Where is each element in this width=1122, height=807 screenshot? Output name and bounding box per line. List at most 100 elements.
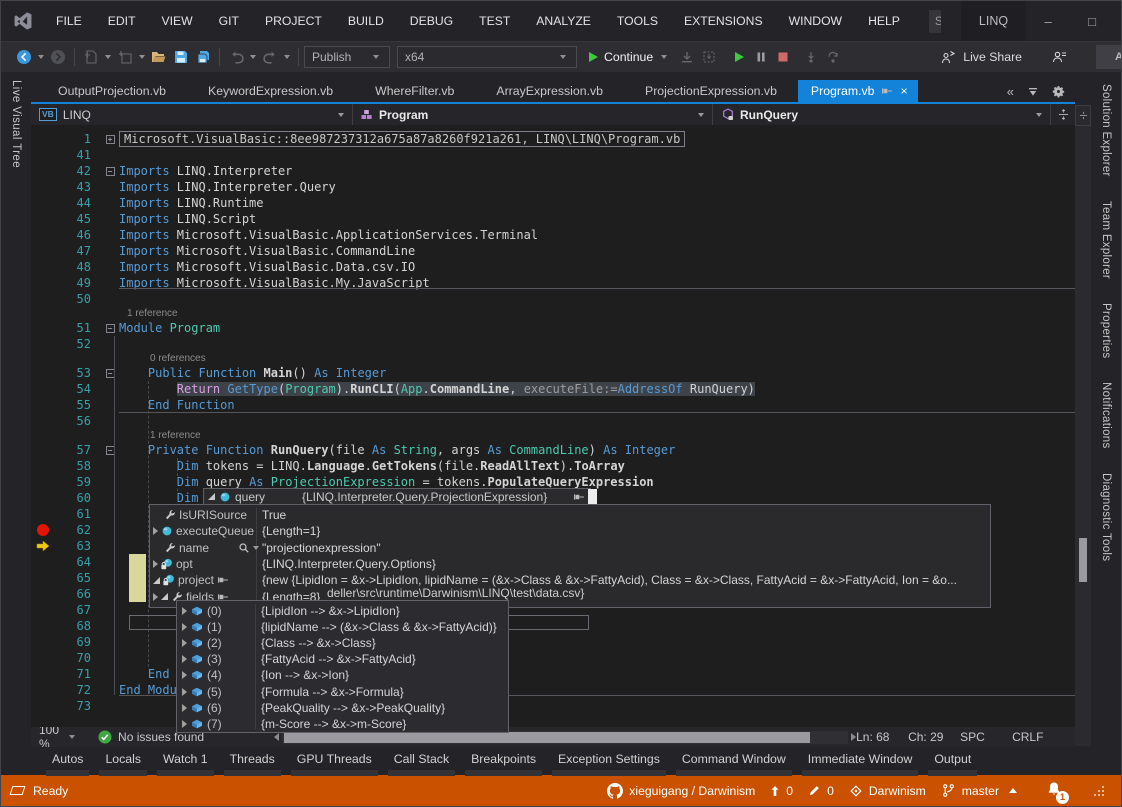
code-line[interactable]: Imports LINQ.Interpreter.Query — [119, 180, 336, 194]
glyph-margin[interactable] — [31, 413, 57, 429]
background-tasks-icon[interactable] — [10, 786, 26, 795]
glyph-margin[interactable] — [31, 698, 57, 714]
panel-tab-call-stack[interactable]: Call Stack — [383, 747, 460, 777]
code-line[interactable]: Imports LINQ.Runtime — [119, 196, 264, 210]
menu-debug[interactable]: DEBUG — [397, 1, 466, 41]
glyph-margin[interactable] — [31, 538, 57, 554]
array-item-row[interactable]: (2){Class --> &x->Class} — [177, 635, 508, 651]
glyph-margin[interactable] — [31, 381, 57, 397]
code-line[interactable]: End Function — [119, 398, 235, 412]
expander-icon[interactable] — [182, 671, 187, 679]
pin-icon[interactable] — [573, 491, 585, 503]
panel-tab-threads[interactable]: Threads — [219, 747, 286, 777]
new-file-button[interactable] — [80, 46, 102, 68]
glyph-margin[interactable] — [31, 554, 57, 570]
spaces-indicator[interactable]: SPC — [960, 730, 1012, 744]
glyph-margin[interactable] — [31, 506, 57, 522]
menu-test[interactable]: TEST — [466, 1, 523, 41]
breakpoint-indicator[interactable] — [37, 524, 49, 536]
menu-help[interactable]: HELP — [855, 1, 913, 41]
array-item-row[interactable]: (0){LipidIon --> &x->LipidIon} — [177, 603, 508, 619]
panel-tab-gpu-threads[interactable]: GPU Threads — [286, 747, 383, 777]
fold-margin[interactable]: − — [101, 167, 119, 176]
tab-list-dropdown-icon[interactable] — [1027, 86, 1039, 98]
step-into-button[interactable] — [800, 46, 822, 68]
glyph-margin[interactable] — [31, 179, 57, 195]
glyph-margin[interactable] — [31, 397, 57, 413]
line-ending-indicator[interactable]: CRLF — [1012, 730, 1064, 744]
pending-changes-button[interactable]: 0 — [808, 784, 834, 798]
sidebar-tab-notifications[interactable]: Notifications — [1100, 382, 1112, 449]
glyph-margin[interactable] — [31, 570, 57, 586]
continue-button[interactable]: Continue — [587, 50, 670, 64]
platform-dropdown[interactable]: x64 — [397, 46, 577, 68]
glyph-margin[interactable] — [31, 618, 57, 634]
code-line[interactable]: Dim query As ProjectionExpression = toke… — [119, 475, 654, 489]
fold-margin[interactable]: + — [101, 135, 119, 144]
search-box[interactable]: Search (Ctrl... — [929, 10, 941, 33]
menu-build[interactable]: BUILD — [335, 1, 397, 41]
glyph-margin[interactable] — [31, 320, 57, 336]
scrollbar-thumb[interactable] — [1079, 538, 1087, 582]
expander-icon[interactable] — [153, 560, 158, 568]
glyph-margin[interactable] — [31, 195, 57, 211]
type-dropdown[interactable]: Program — [353, 104, 713, 125]
glyph-margin[interactable] — [31, 211, 57, 227]
tab-keywordexpression-vb[interactable]: KeywordExpression.vb — [187, 80, 354, 102]
live-share-button[interactable]: Live Share — [940, 49, 1022, 65]
redo-icon[interactable] — [259, 46, 281, 68]
navigate-forward-button[interactable] — [47, 46, 69, 68]
add-item-button[interactable] — [114, 46, 136, 68]
outgoing-commits-button[interactable]: 0 — [770, 784, 793, 798]
close-button[interactable]: × — [1114, 1, 1122, 41]
hot-reload-button[interactable] — [698, 46, 720, 68]
array-item-row[interactable]: (6){PeakQuality --> &x->PeakQuality} — [177, 700, 508, 716]
vertical-scrollbar[interactable] — [1075, 126, 1091, 746]
menu-edit[interactable]: EDIT — [95, 1, 149, 41]
code-line[interactable]: Private Function RunQuery(file As String… — [119, 443, 675, 457]
sidebar-tab-properties[interactable]: Properties — [1100, 303, 1112, 358]
close-icon[interactable]: × — [900, 84, 907, 98]
glyph-margin[interactable] — [31, 634, 57, 650]
tab-arrayexpression-vb[interactable]: ArrayExpression.vb — [475, 80, 624, 102]
fields-expansion-popup[interactable]: (0){LipidIon --> &x->LipidIon}(1){lipidN… — [176, 600, 509, 733]
glyph-margin[interactable] — [31, 243, 57, 259]
glyph-margin[interactable] — [31, 490, 57, 506]
save-icon[interactable] — [170, 46, 192, 68]
code-line[interactable]: Imports LINQ.Interpreter — [119, 164, 292, 178]
fold-margin[interactable]: − — [101, 369, 119, 378]
glyph-margin[interactable] — [31, 365, 57, 381]
repository-button[interactable]: xieguigang / Darwinism — [607, 783, 755, 799]
project-dropdown[interactable]: VB LINQ — [31, 104, 353, 125]
fold-margin[interactable]: − — [101, 324, 119, 333]
save-all-icon[interactable] — [192, 46, 214, 68]
split-editor-button[interactable] — [1051, 104, 1075, 125]
split-handle[interactable] — [1075, 105, 1091, 126]
expander-icon[interactable] — [182, 688, 187, 696]
glyph-margin[interactable] — [31, 602, 57, 618]
datatip-row[interactable]: IsURISourceTrue — [150, 507, 990, 523]
panel-tab-locals[interactable]: Locals — [94, 747, 152, 777]
fold-expand-icon[interactable]: + — [106, 135, 115, 144]
glyph-margin[interactable] — [31, 336, 57, 352]
expander-icon[interactable] — [182, 655, 187, 663]
menu-view[interactable]: VIEW — [149, 1, 206, 41]
code-line[interactable]: Dim tokens = LINQ.Language.GetTokens(fil… — [119, 459, 625, 473]
glyph-margin[interactable] — [31, 650, 57, 666]
pin-icon[interactable] — [217, 574, 229, 586]
tab-wherefilter-vb[interactable]: WhereFilter.vb — [354, 80, 475, 102]
expander-icon[interactable] — [153, 527, 158, 535]
notifications-button[interactable]: 1 — [1046, 781, 1062, 800]
expander-icon[interactable] — [182, 720, 187, 728]
glyph-margin[interactable] — [31, 586, 57, 602]
glyph-margin[interactable] — [31, 666, 57, 682]
panel-tab-breakpoints[interactable]: Breakpoints — [460, 747, 547, 777]
glyph-margin[interactable] — [31, 522, 57, 538]
scrollbar-thumb[interactable] — [284, 732, 810, 743]
code-line[interactable]: Imports Microsoft.VisualBasic.CommandLin… — [119, 244, 415, 258]
expander-icon[interactable] — [161, 593, 168, 600]
expander-icon[interactable] — [208, 493, 215, 500]
collapsed-region-box[interactable]: Microsoft.VisualBasic::8ee987237312a675a… — [119, 131, 685, 147]
code-line[interactable]: Microsoft.VisualBasic::8ee987237312a675a… — [119, 132, 685, 146]
datatip-panel[interactable]: IsURISourceTrueexecuteQueue{Length=1}nam… — [149, 504, 991, 608]
